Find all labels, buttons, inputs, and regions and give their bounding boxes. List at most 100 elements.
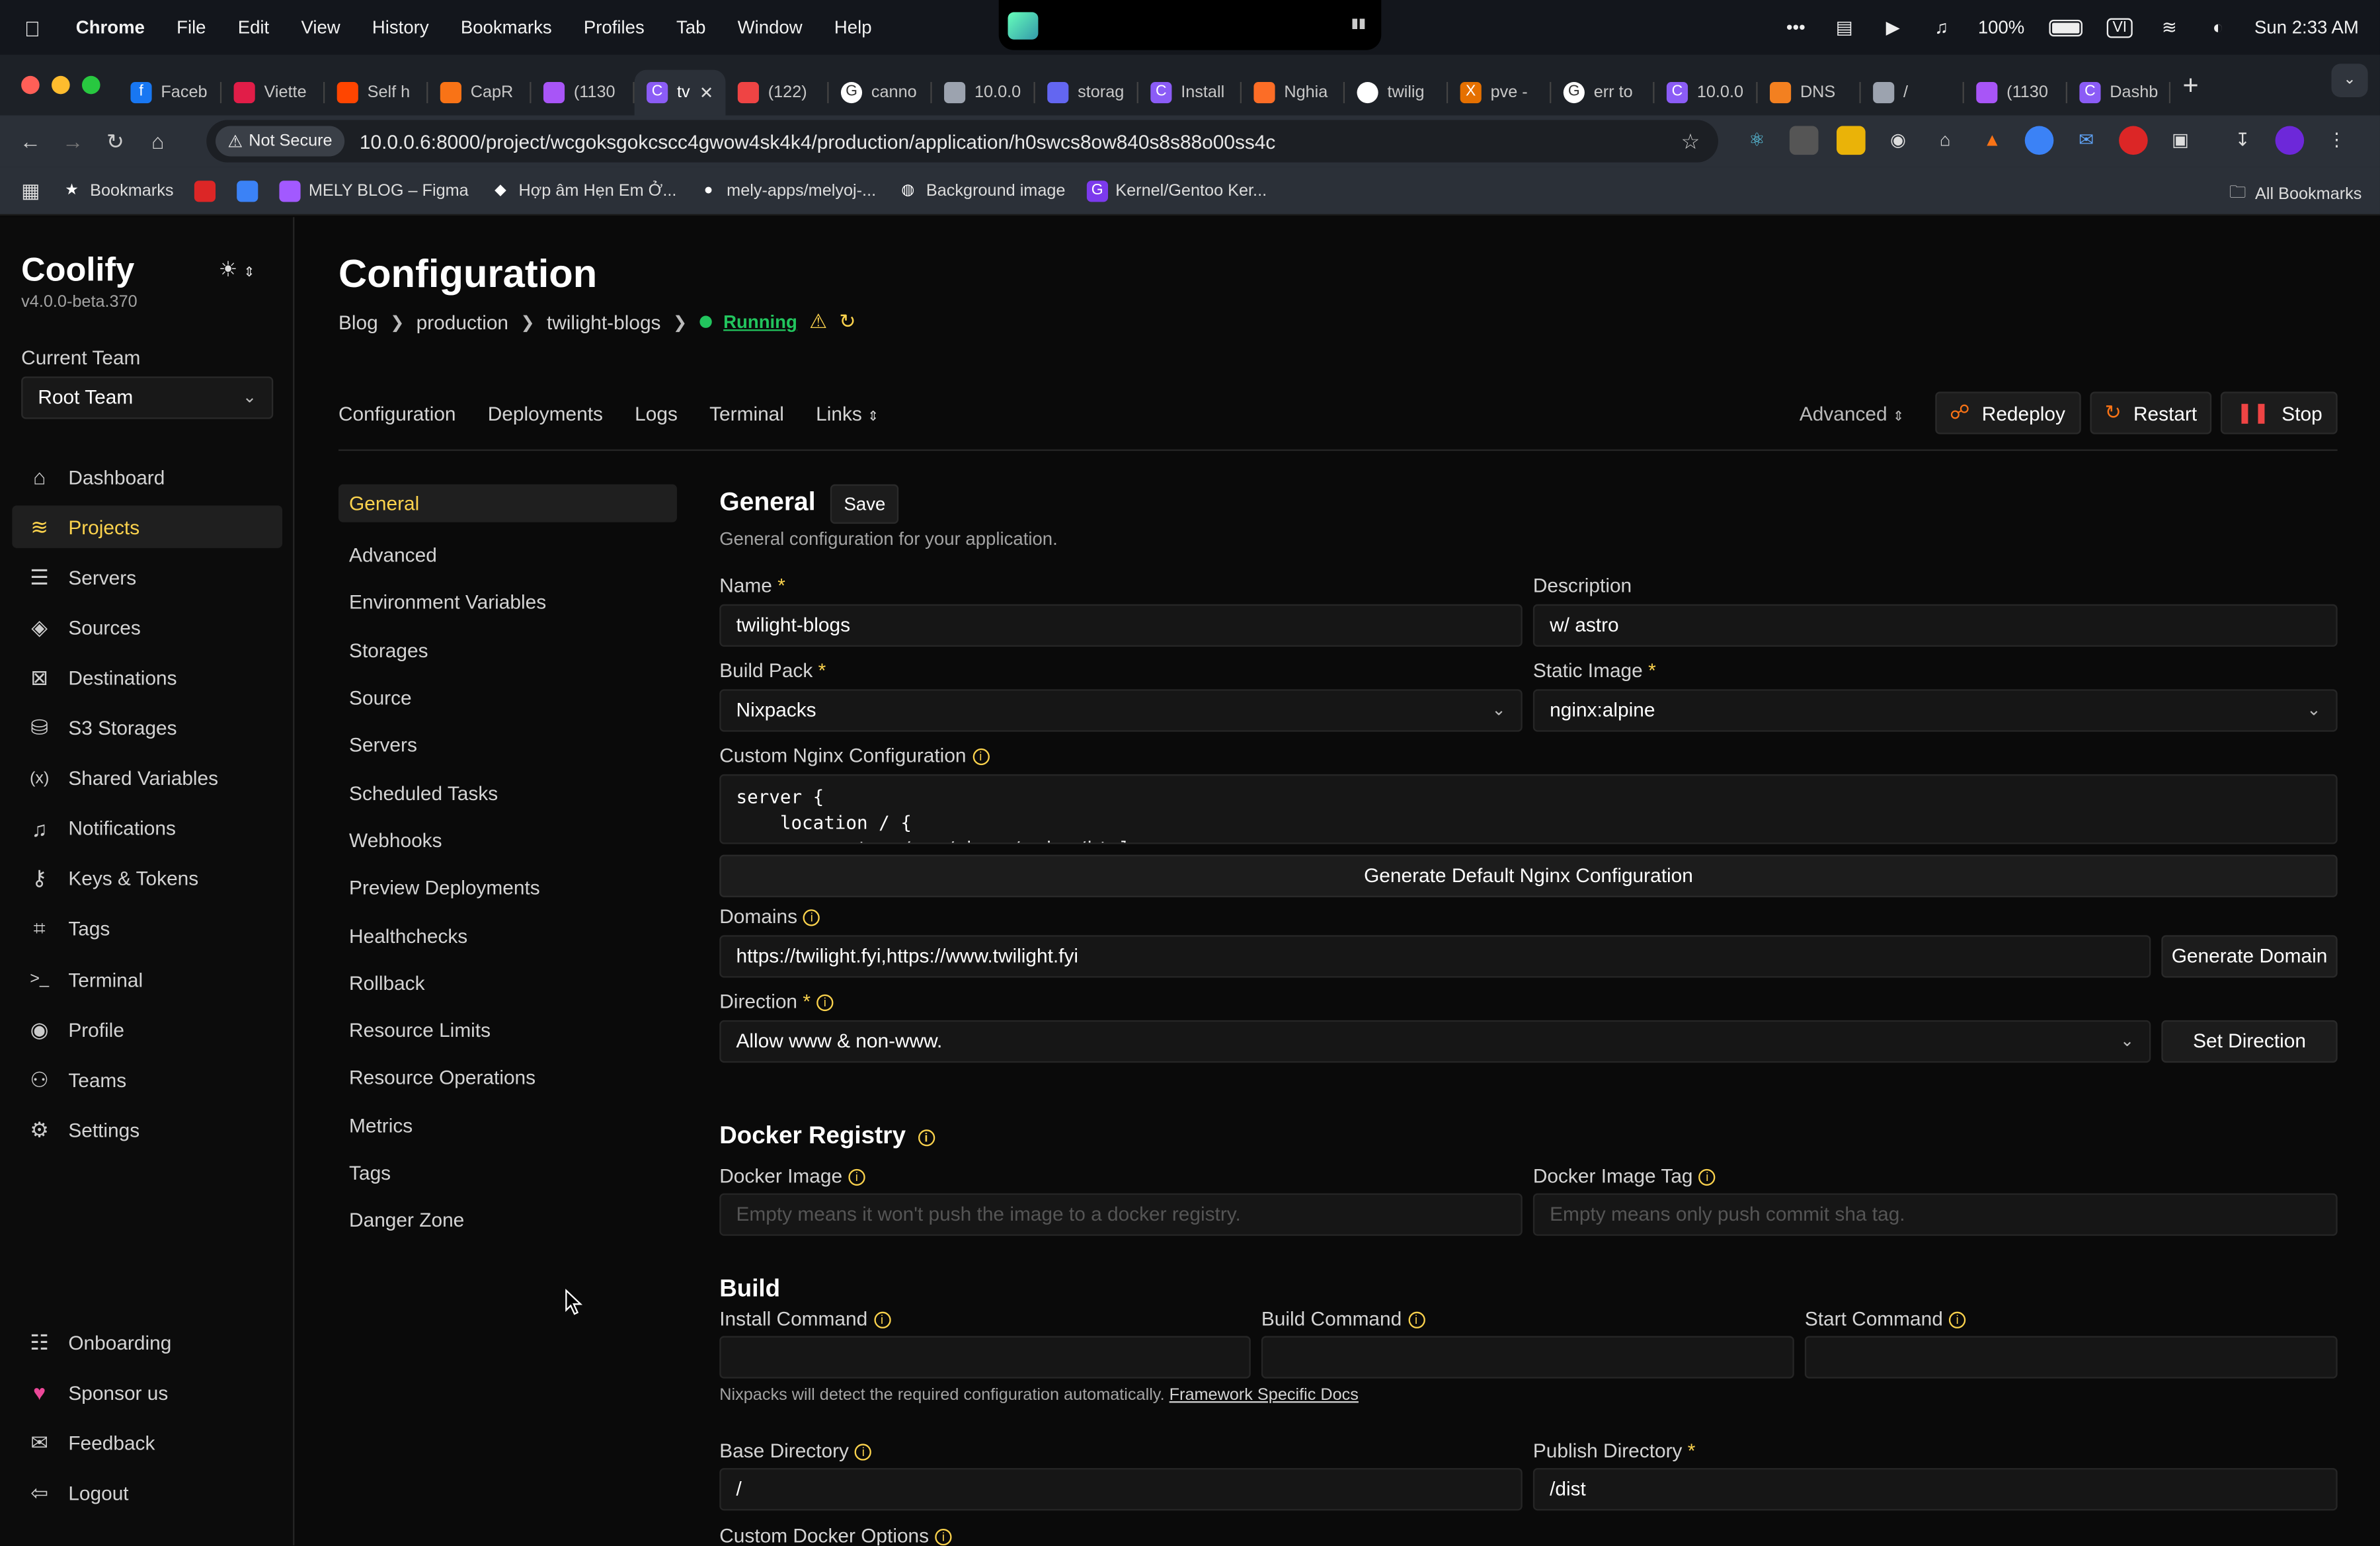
browser-tab[interactable]: C Dashb (2067, 70, 2171, 116)
subnav-webhooks[interactable]: Webhooks (338, 817, 677, 864)
info-icon[interactable]: i (855, 1444, 872, 1461)
build-pack-select[interactable]: Nixpacks ⌄ (719, 689, 1523, 732)
bookmark-item[interactable]: ★ Bookmarks (61, 180, 173, 201)
browser-tab[interactable]: Gcanno (829, 70, 932, 116)
team-select[interactable]: Root Team ⌄ (21, 376, 274, 419)
subnav-rollback[interactable]: Rollback (338, 959, 677, 1006)
base-directory-input[interactable]: / (719, 1468, 1523, 1511)
docker-image-input[interactable]: Empty means it won't push the image to a… (719, 1193, 1523, 1236)
forward-icon[interactable]: → (61, 129, 85, 153)
zoom-window-button[interactable] (81, 75, 100, 95)
stop-button[interactable]: ❚❚ Stop (2221, 391, 2338, 434)
framework-docs-link[interactable]: Framework Specific Docs (1170, 1386, 1359, 1404)
more-icon[interactable]: ••• (1784, 19, 1808, 37)
reload-icon[interactable]: ↻ (103, 128, 128, 154)
menu-bookmarks[interactable]: Bookmarks (461, 17, 552, 38)
sidebar-item-onboarding[interactable]: ☷ Onboarding (12, 1321, 282, 1363)
info-icon[interactable]: i (1949, 1311, 1966, 1328)
address-bar[interactable]: ⚠ Not Secure 10.0.0.6:8000/project/wcgoks… (206, 120, 1718, 163)
tab-configuration[interactable]: Configuration (338, 402, 456, 425)
browser-tab[interactable]: Viette (221, 70, 325, 116)
sidebar-item-feedback[interactable]: ✉ Feedback (12, 1421, 282, 1463)
tab-deployments[interactable]: Deployments (488, 402, 603, 425)
minimize-window-button[interactable] (52, 75, 70, 95)
menu-profiles[interactable]: Profiles (584, 17, 645, 38)
apple-icon[interactable]:  (24, 17, 46, 41)
info-icon[interactable]: i (816, 994, 834, 1012)
menu-tab[interactable]: Tab (676, 17, 705, 38)
sidebar-item-sources[interactable]: ◈ Sources (12, 606, 282, 649)
redeploy-button[interactable]: ☍ Redeploy (1934, 391, 2081, 434)
volume-icon[interactable]: ♫ (1929, 19, 1954, 37)
info-icon[interactable]: i (918, 1129, 935, 1147)
browser-tab[interactable]: storag (1035, 70, 1138, 116)
menu-app-name[interactable]: Chrome (76, 17, 145, 38)
save-button[interactable]: Save (830, 484, 899, 524)
extension-color-icon[interactable] (2024, 126, 2054, 155)
bookmark-item[interactable]: G Kernel/Gentoo Ker... (1086, 180, 1267, 202)
menu-edit[interactable]: Edit (238, 17, 269, 38)
info-icon[interactable]: i (972, 748, 989, 766)
sidebar-item-servers[interactable]: ☰ Servers (12, 556, 282, 598)
browser-tab[interactable]: Nghia (1242, 70, 1345, 116)
menu-file[interactable]: File (177, 17, 206, 38)
subnav-source[interactable]: Source (338, 674, 677, 721)
install-command-input[interactable] (719, 1336, 1251, 1379)
bookmark-item[interactable]: ● mely-apps/melyoj-... (698, 180, 876, 201)
info-icon[interactable]: i (803, 909, 820, 926)
restart-button[interactable]: ↻ Restart (2089, 391, 2213, 434)
browser-tab[interactable]: / (1861, 70, 1964, 116)
generate-nginx-config-button[interactable]: Generate Default Nginx Configuration (719, 854, 2338, 897)
menubar-clock[interactable]: Sun 2:33 AM (2254, 17, 2359, 38)
sidebar-item-logout[interactable]: ⇦ Logout (12, 1471, 282, 1514)
warning-icon[interactable]: ⚠ (809, 309, 827, 334)
menu-history[interactable]: History (372, 17, 429, 38)
description-input[interactable]: w/ astro (1532, 604, 2338, 647)
subnav-general[interactable]: General (338, 484, 677, 522)
extension-yellow-icon[interactable] (1837, 126, 1866, 155)
browser-tab[interactable]: C Install (1138, 70, 1242, 116)
back-icon[interactable]: ← (19, 129, 43, 153)
sidebar-item-profile[interactable]: ◉ Profile (12, 1008, 282, 1051)
download-icon[interactable]: ↧ (2228, 126, 2257, 155)
extension-gray-icon[interactable] (1789, 126, 1819, 155)
profile-avatar-icon[interactable] (2275, 126, 2305, 155)
sidebar-item-notifications[interactable]: ♫ Notifications (12, 807, 282, 850)
sidebar-item-shared-variables[interactable]: (x) Shared Variables (12, 757, 282, 799)
sidebar-item-dashboard[interactable]: ⌂ Dashboard (12, 456, 282, 498)
new-tab-button[interactable]: + (2183, 69, 2199, 101)
browser-tab[interactable]: Self h (325, 70, 428, 116)
menu-view[interactable]: View (301, 17, 340, 38)
breadcrumb-application[interactable]: twilight-blogs (547, 311, 661, 333)
apps-icon[interactable]: ▦ (21, 179, 40, 203)
info-icon[interactable]: i (1698, 1168, 1716, 1186)
browser-tab[interactable]: Ctv ✕ (634, 69, 726, 116)
bookmark-item[interactable] (194, 180, 216, 202)
subnav-scheduled-tasks[interactable]: Scheduled Tasks (338, 769, 677, 817)
close-tab-icon[interactable]: ✕ (699, 83, 713, 102)
breadcrumb-environment[interactable]: production (416, 311, 508, 333)
subnav-storages[interactable]: Storages (338, 626, 677, 674)
browser-tab[interactable]: (1130 (1964, 70, 2068, 116)
sidebar-item-settings[interactable]: ⚙ Settings (12, 1109, 282, 1151)
wifi-icon[interactable]: ≋ (2157, 19, 2182, 37)
sidebar-item-keys-tokens[interactable]: ⚷ Keys & Tokens (12, 858, 282, 900)
tab-search-button[interactable]: ⌄ (2331, 63, 2368, 97)
subnav-tags[interactable]: Tags (338, 1149, 677, 1197)
menu-help[interactable]: Help (834, 17, 872, 38)
theme-toggle[interactable]: ☀ ⇕ (219, 257, 255, 282)
browser-tab[interactable]: CapR (428, 70, 532, 116)
info-icon[interactable]: i (873, 1311, 891, 1328)
browser-tab[interactable]: Gerr to (1551, 70, 1655, 116)
info-icon[interactable]: i (848, 1168, 865, 1186)
menu-window[interactable]: Window (738, 17, 803, 38)
car-icon[interactable]: ▤ (1832, 19, 1856, 37)
advanced-dropdown[interactable]: Advanced ⇕ (1800, 401, 1904, 424)
set-direction-button[interactable]: Set Direction (2161, 1020, 2338, 1063)
close-window-button[interactable] (21, 75, 40, 95)
nginx-config-textarea[interactable]: server { location / { root /usr/share/ng… (719, 774, 2338, 844)
chrome-menu-icon[interactable]: ⋮ (2322, 126, 2352, 155)
tab-links[interactable]: Links ⇕ (816, 402, 879, 425)
sidebar-item-terminal[interactable]: >_ Terminal (12, 958, 282, 1000)
react-devtools-icon[interactable]: ⚛ (1743, 126, 1772, 155)
